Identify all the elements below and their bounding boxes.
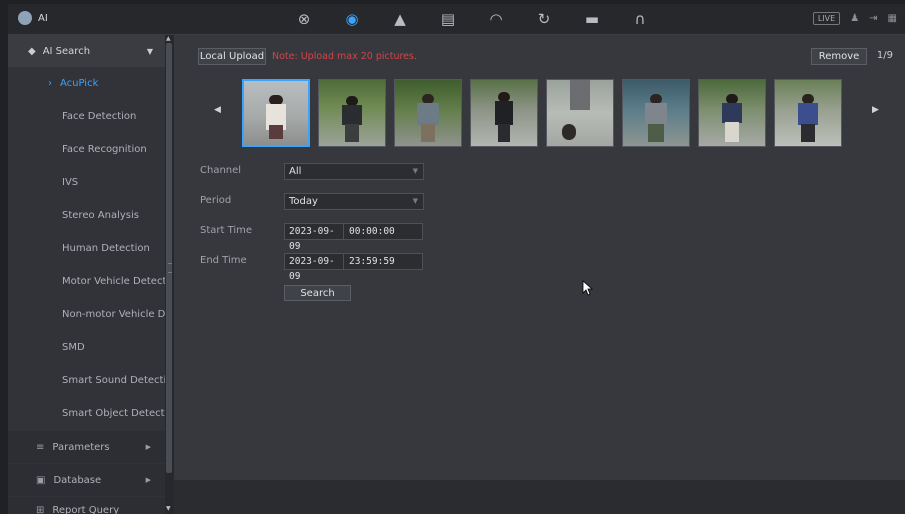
sidebar-item-ivs[interactable]: IVS [8, 166, 165, 199]
upload-row: Local Upload Note: Upload max 20 picture… [198, 48, 417, 65]
top-bar: AI ⊗ ◉ ▲ ▤ ◠ ↻ ▬ ∩ LIVE ♟ ⇥ ▦ [8, 4, 905, 35]
end-time-field[interactable]: 2023-09-09 23:59:59 [284, 253, 423, 282]
chevron-down-icon: ▼ [412, 167, 418, 175]
sidebar-scrollbar[interactable]: ▲ ▼ [165, 35, 173, 514]
channel-value: All [289, 166, 302, 177]
sidebar-group-label: Report Query [52, 505, 120, 514]
headset-icon[interactable]: ∩ [616, 4, 664, 34]
sidebar-item-non-motor-vehicle-detection[interactable]: Non-motor Vehicle Detection [8, 298, 165, 331]
scroll-down-icon[interactable]: ▼ [166, 505, 171, 512]
thumbnail[interactable] [622, 79, 690, 147]
sidebar-group-report-query[interactable]: ⊞ Report Query [8, 497, 165, 514]
prev-arrow-icon[interactable]: ◀ [214, 105, 221, 115]
sidebar-item-motor-vehicle-detection[interactable]: Motor Vehicle Detection [8, 265, 165, 298]
period-value: Today [289, 196, 318, 207]
user-icon[interactable]: ♟ [850, 13, 859, 24]
thumbnail[interactable] [546, 79, 614, 147]
sidebar-group-database[interactable]: ▣ Database ▶ [8, 464, 165, 496]
channel-label: Channel [200, 165, 242, 176]
chevron-down-icon: ▼ [146, 46, 153, 56]
period-row: Period Today ▼ [200, 193, 500, 210]
list-icon: ≡ [36, 441, 45, 453]
app-title-text: AI [38, 12, 48, 24]
thumbnail-gallery [242, 79, 842, 147]
sidebar-list: › AcuPick Face Detection Face Recognition… [8, 67, 165, 430]
mouse-cursor-icon [582, 280, 594, 296]
database-icon: ▣ [36, 474, 46, 486]
end-time-row: End Time 2023-09-09 23:59:59 [200, 253, 500, 282]
triangle-right-icon: ▶ [145, 476, 151, 484]
remove-button[interactable]: Remove [811, 48, 867, 65]
live-button[interactable]: LIVE [812, 12, 841, 25]
sidebar-item-face-detection[interactable]: Face Detection [8, 100, 165, 133]
start-date-value[interactable]: 2023-09-09 [285, 224, 344, 252]
triangle-right-icon: ▶ [145, 443, 151, 451]
sidebar-group-label: Database [53, 474, 102, 486]
start-time-label: Start Time [200, 225, 253, 236]
start-time-field[interactable]: 2023-09-09 00:00:00 [284, 223, 423, 252]
ai-search-icon: ◆ [28, 45, 36, 57]
sidebar-item-face-recognition[interactable]: Face Recognition [8, 133, 165, 166]
sidebar-item-human-detection[interactable]: Human Detection [8, 232, 165, 265]
thumbnail[interactable] [318, 79, 386, 147]
footer-strip [174, 480, 905, 514]
ai-head-icon[interactable]: ◉ [328, 4, 376, 34]
playback-icon[interactable]: ⊗ [280, 4, 328, 34]
alarm-bell-icon[interactable]: ▲ [376, 4, 424, 34]
menu-icon[interactable]: ▦ [888, 13, 897, 24]
thumbnail[interactable] [394, 79, 462, 147]
channel-row: Channel All ▼ [200, 163, 500, 180]
start-time-row: Start Time 2023-09-09 00:00:00 [200, 223, 500, 252]
period-select[interactable]: Today ▼ [284, 193, 424, 210]
thumbnail[interactable] [470, 79, 538, 147]
main-panel: Local Upload Note: Upload max 20 picture… [174, 35, 905, 480]
sidebar-header-ai-search[interactable]: ◆ AI Search ▼ [8, 35, 165, 67]
top-right-controls: LIVE ♟ ⇥ ▦ [812, 12, 897, 25]
ai-head-icon [18, 11, 32, 25]
thumbnail[interactable] [698, 79, 766, 147]
sidebar-group-parameters[interactable]: ≡ Parameters ▶ [8, 431, 165, 463]
top-nav: ⊗ ◉ ▲ ▤ ◠ ↻ ▬ ∩ [280, 4, 664, 34]
search-button[interactable]: Search [284, 285, 351, 301]
start-time-value[interactable]: 00:00:00 [344, 224, 395, 239]
monitor-icon[interactable]: ▬ [568, 4, 616, 34]
sidebar-item-stereo-analysis[interactable]: Stereo Analysis [8, 199, 165, 232]
sidebar-item-smart-object-detection[interactable]: Smart Object Detection [8, 397, 165, 430]
chevron-right-icon: › [48, 78, 52, 89]
storage-icon[interactable]: ▤ [424, 4, 472, 34]
period-label: Period [200, 195, 232, 206]
sidebar-item-smd[interactable]: SMD [8, 331, 165, 364]
end-time-label: End Time [200, 255, 247, 266]
report-icon: ⊞ [36, 505, 45, 514]
scroll-up-icon[interactable]: ▲ [166, 35, 171, 42]
upload-note: Note: Upload max 20 pictures. [272, 51, 417, 62]
sidebar-item-label: AcuPick [60, 78, 99, 89]
local-upload-button[interactable]: Local Upload [198, 48, 266, 65]
end-time-value[interactable]: 23:59:59 [344, 254, 395, 269]
sidebar: ◆ AI Search ▼ › AcuPick Face Detection Fa… [8, 35, 174, 514]
sidebar-header-label: AI Search [42, 45, 91, 57]
next-arrow-icon[interactable]: ▶ [872, 105, 879, 115]
scrollbar-thumb[interactable] [166, 43, 172, 473]
sidebar-item-smart-sound-detection[interactable]: Smart Sound Detection [8, 364, 165, 397]
thumbnail[interactable] [242, 79, 310, 147]
sidebar-group-label: Parameters [52, 441, 110, 453]
grip-icon [168, 263, 172, 273]
page-indicator: 1/9 [876, 50, 893, 61]
app-title: AI [18, 11, 48, 25]
chevron-down-icon: ▼ [412, 197, 418, 205]
gauge-icon[interactable]: ◠ [472, 4, 520, 34]
channel-select[interactable]: All ▼ [284, 163, 424, 180]
end-date-value[interactable]: 2023-09-09 [285, 254, 344, 282]
sidebar-item-acupick[interactable]: › AcuPick [8, 67, 165, 100]
logout-icon[interactable]: ⇥ [869, 13, 877, 24]
remove-row: Remove [811, 48, 867, 65]
thumbnail[interactable] [774, 79, 842, 147]
sync-icon[interactable]: ↻ [520, 4, 568, 34]
